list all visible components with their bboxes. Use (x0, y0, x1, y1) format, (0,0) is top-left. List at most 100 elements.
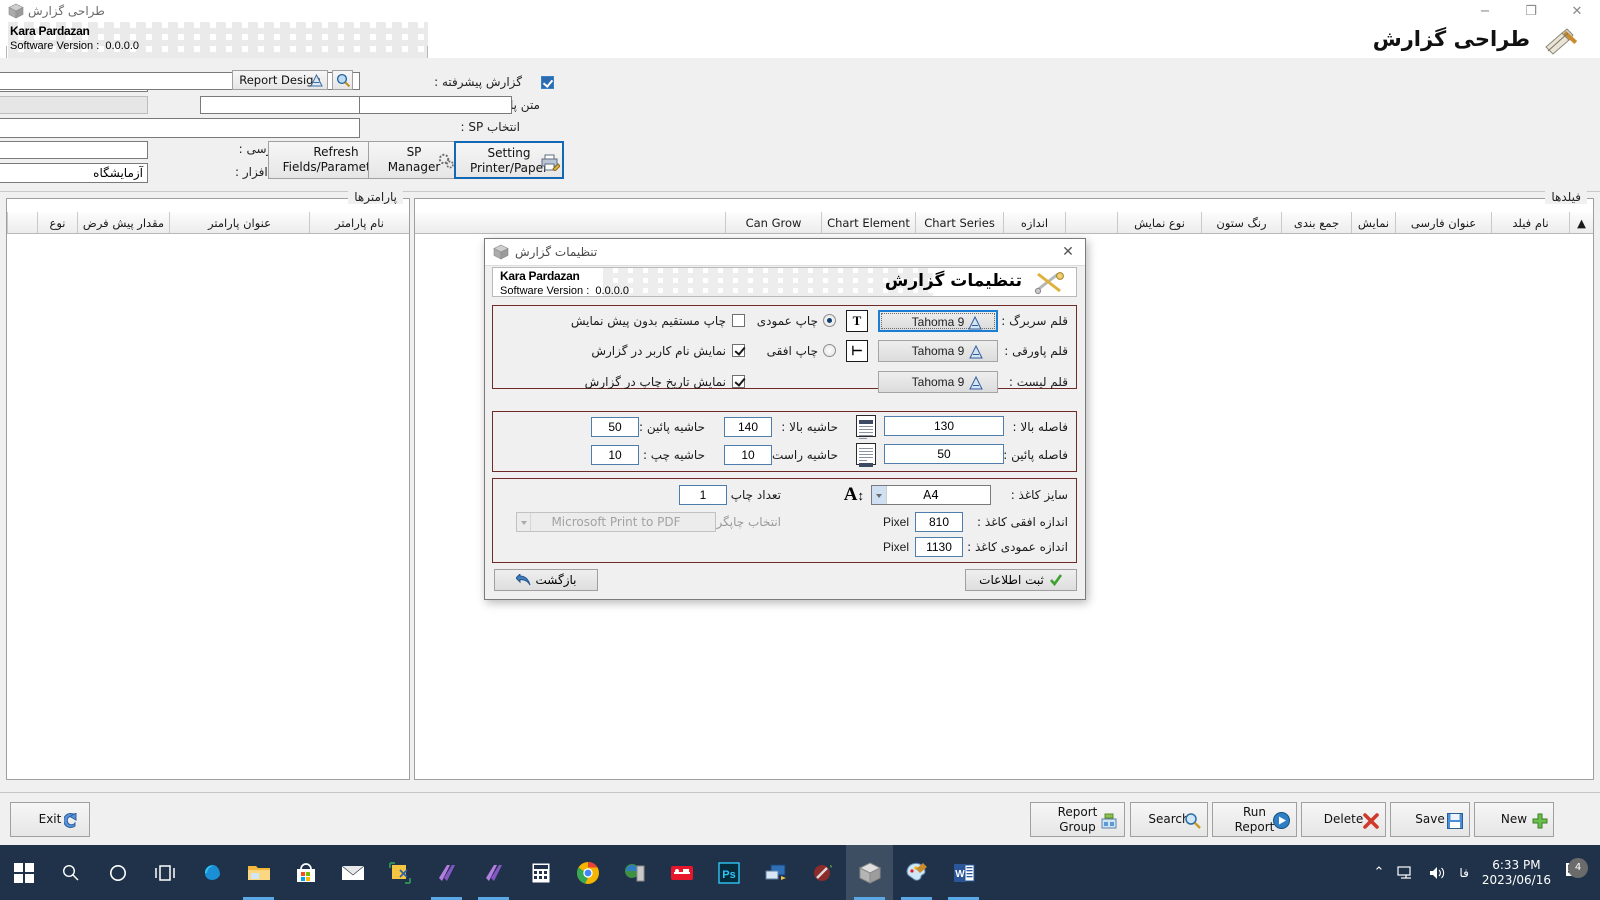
direct-print-checkbox[interactable] (732, 314, 745, 327)
bottom-left-text-input[interactable] (200, 96, 360, 114)
search-icon[interactable] (47, 845, 94, 900)
field-col-chart-series[interactable]: Chart Series (915, 212, 1003, 233)
visual-studio-icon[interactable] (470, 845, 517, 900)
action-center-icon[interactable]: 4 (1564, 860, 1590, 886)
paper-size-combo[interactable]: A4 (871, 485, 991, 505)
chrome-icon[interactable] (564, 845, 611, 900)
field-col-chart-element[interactable]: Chart Element (821, 212, 915, 233)
margin-bottom-input[interactable]: 50 (591, 417, 639, 437)
search-icon-button[interactable] (332, 70, 353, 90)
paper-height-input[interactable]: 1130 (915, 537, 963, 557)
sp-select-combo[interactable] (0, 118, 360, 138)
field-col-fa-title[interactable]: عنوان فارسی (1395, 212, 1491, 233)
param-col-extra[interactable] (7, 212, 37, 233)
copies-input[interactable]: 1 (679, 485, 727, 505)
minimize-button[interactable]: − (1462, 0, 1508, 22)
vertical-print-radio[interactable] (823, 314, 836, 327)
report-settings-dialog: تنظیمات گزارش ✕ Kara Pardazan Software V… (484, 238, 1086, 600)
red-x-icon (1362, 812, 1380, 830)
field-col-display-type[interactable]: نوع نمایش (1117, 212, 1201, 233)
param-col-name[interactable]: نام پارامتر (309, 212, 409, 233)
related-software-combo[interactable]: آزمایشگاه (0, 163, 148, 183)
sp-manager-button[interactable]: SP Manager (368, 141, 460, 179)
windows-start-icon[interactable] (0, 845, 47, 900)
report-group-button[interactable]: Report Group (1030, 802, 1125, 837)
company-name: Kara Pardazan (10, 24, 139, 38)
advanced-report-checkbox[interactable] (541, 76, 554, 89)
margin-top-input[interactable]: 140 (724, 417, 772, 437)
calculator-icon[interactable] (517, 845, 564, 900)
kara-app-icon[interactable] (846, 845, 893, 900)
top-gap-input[interactable]: 130 (884, 416, 1004, 436)
taskbar-items: Ps W (0, 845, 987, 900)
clock[interactable]: 6:33 PM 2023/06/16 (1482, 858, 1551, 888)
paper-width-input[interactable]: 810 (915, 512, 963, 532)
field-col-blank[interactable] (1065, 212, 1117, 233)
save-button[interactable]: Save (1390, 802, 1470, 837)
maximize-button[interactable]: ❐ (1508, 0, 1554, 22)
sql-server-icon[interactable] (611, 845, 658, 900)
field-col-name[interactable]: نام فیلد (1491, 212, 1569, 233)
cortana-icon[interactable] (94, 845, 141, 900)
visual-studio-code-icon[interactable] (423, 845, 470, 900)
field-col-size[interactable]: اندازه (1003, 212, 1065, 233)
setting-printer-paper-button[interactable]: Setting Printer/Paper (454, 141, 564, 179)
network-icon[interactable] (1397, 865, 1415, 881)
chevron-down-icon[interactable] (872, 486, 887, 504)
param-col-type[interactable]: نوع (37, 212, 77, 233)
show-username-checkbox[interactable] (732, 344, 745, 357)
list-font-button[interactable]: Tahoma 9 (878, 371, 998, 393)
volume-icon[interactable] (1428, 865, 1446, 881)
exit-button[interactable]: Exit (10, 802, 90, 837)
edge-icon[interactable] (188, 845, 235, 900)
microsoft-store-icon[interactable] (282, 845, 329, 900)
tools-app-icon[interactable] (799, 845, 846, 900)
close-button[interactable]: ✕ (1554, 0, 1600, 22)
param-col-default[interactable]: مقدار پیش فرض (77, 212, 169, 233)
bottom-gap-label: فاصله پائین : (1003, 448, 1068, 462)
word-icon[interactable]: W (940, 845, 987, 900)
field-col-can-grow[interactable]: Can Grow (725, 212, 821, 233)
footer-font-button[interactable]: Tahoma 9 (878, 340, 998, 362)
printer-select-combo[interactable]: Microsoft Print to PDF (516, 512, 716, 532)
delete-button[interactable]: Delete (1301, 802, 1386, 837)
report-design-button[interactable]: Report Design (232, 70, 328, 90)
field-col-column-color[interactable]: رنگ ستون (1201, 212, 1281, 233)
red-app-icon[interactable] (658, 845, 705, 900)
landscape-H-icon[interactable]: ⊢ (846, 340, 868, 362)
access-code-input[interactable] (0, 141, 148, 159)
margin-right-input[interactable]: 10 (724, 445, 772, 465)
show-print-date-checkbox[interactable] (732, 375, 745, 388)
field-col-summary[interactable]: جمع بندی (1281, 212, 1351, 233)
header-font-button[interactable]: Tahoma 9 (878, 310, 998, 332)
bottom-gap-input[interactable]: 50 (884, 444, 1004, 464)
mail-icon[interactable] (329, 845, 376, 900)
chevron-down-icon[interactable] (517, 513, 531, 531)
report-code-input[interactable] (0, 96, 148, 114)
field-col-display[interactable]: نمایش (1351, 212, 1395, 233)
portrait-T-icon[interactable]: T (846, 310, 868, 332)
paint-icon[interactable] (893, 845, 940, 900)
remote-desktop-icon[interactable] (752, 845, 799, 900)
font-a-icon (969, 345, 983, 359)
dialog-save-button[interactable]: ثبت اطلاعات (965, 569, 1077, 591)
dialog-back-button[interactable]: بازگشت (494, 569, 598, 591)
margin-left-input[interactable]: 10 (591, 445, 639, 465)
file-explorer-icon[interactable] (235, 845, 282, 900)
photoshop-icon[interactable]: Ps (705, 845, 752, 900)
field-col-sort[interactable]: ▲ (1569, 212, 1593, 233)
dialog-brand-title: تنظیمات گزارش (885, 271, 1022, 291)
dialog-close-button[interactable]: ✕ (1057, 242, 1079, 262)
param-col-title[interactable]: عنوان پارامتر (169, 212, 309, 233)
search-button[interactable]: Search (1130, 802, 1208, 837)
language-indicator[interactable]: فا (1459, 866, 1468, 880)
run-report-button[interactable]: Run Report (1212, 802, 1297, 837)
list-font-value: Tahoma 9 (912, 375, 965, 389)
task-view-icon[interactable] (141, 845, 188, 900)
horizontal-print-radio[interactable] (823, 344, 836, 357)
paper-width-unit: Pixel (883, 515, 909, 529)
tray-chevron-icon[interactable]: ⌃ (1374, 865, 1385, 880)
new-button[interactable]: New (1474, 802, 1554, 837)
font-a-icon (968, 316, 982, 330)
sticky-notes-icon[interactable] (376, 845, 423, 900)
